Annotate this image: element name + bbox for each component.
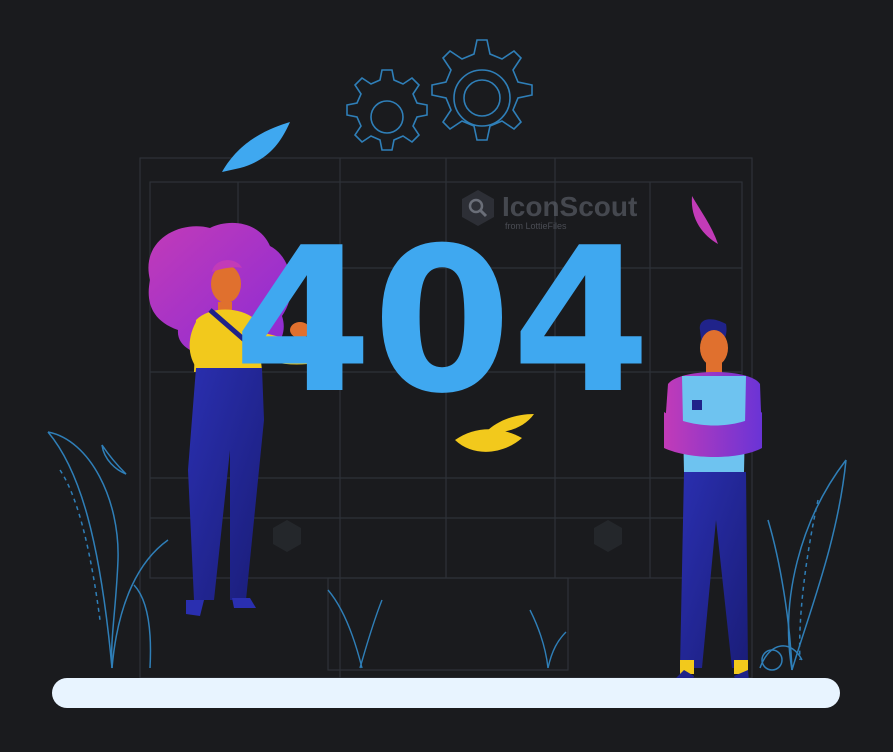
floor (52, 678, 840, 708)
man-figure (664, 319, 762, 692)
illustration-canvas: IconScout from LottieFiles 404 (0, 0, 893, 752)
gear-icon (346, 69, 428, 151)
leaf-icon (691, 196, 718, 244)
plant-center (327, 589, 567, 669)
plant-right (759, 459, 847, 671)
error-code: 404 (233, 205, 650, 438)
leaf-icon (222, 122, 290, 172)
gear-icon (431, 39, 533, 141)
